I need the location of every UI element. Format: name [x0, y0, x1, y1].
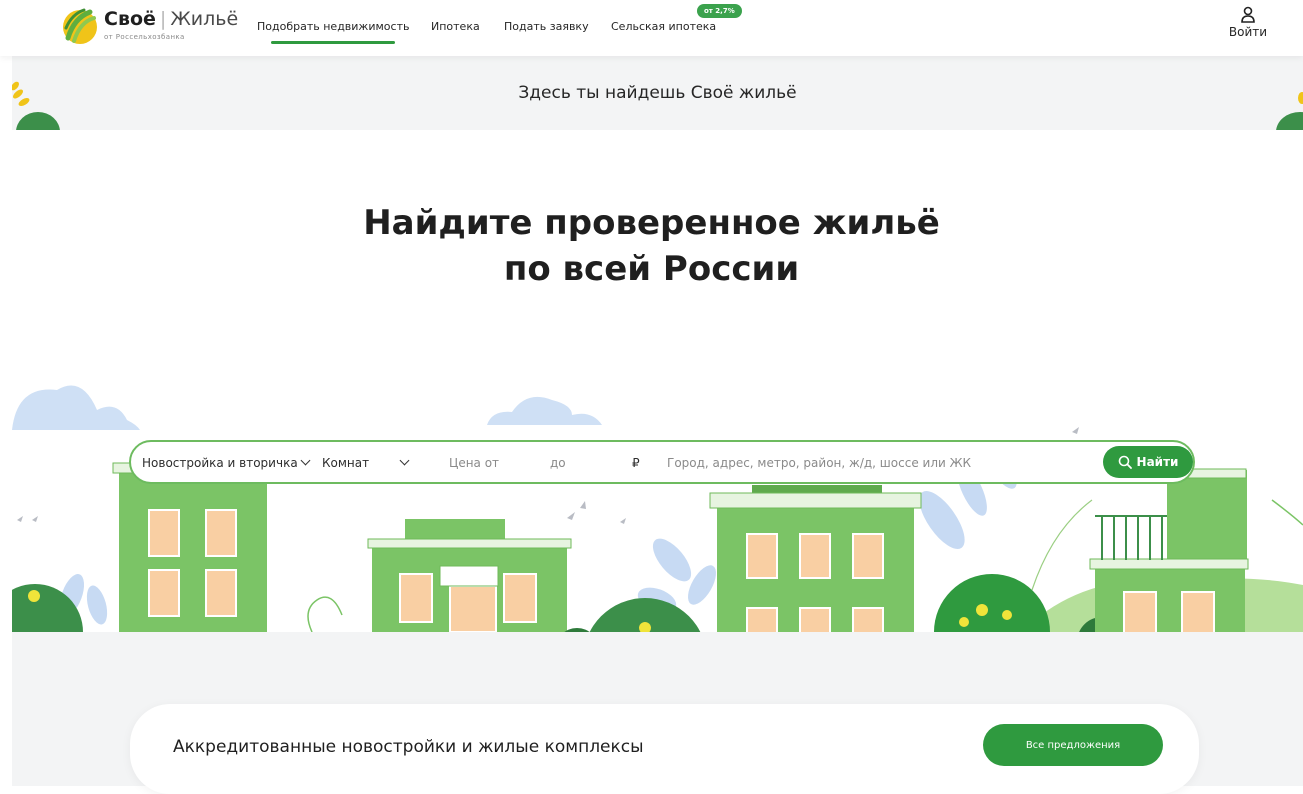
- location-input[interactable]: Город, адрес, метро, район, ж/д, шоссе и…: [667, 456, 971, 470]
- all-offers-button[interactable]: Все предложения: [983, 724, 1163, 766]
- price-from-input[interactable]: Цена от: [449, 456, 499, 470]
- chevron-down-icon: [300, 455, 311, 466]
- logo-title[interactable]: Своё | Жильё: [104, 8, 238, 30]
- currency-label: ₽: [632, 456, 640, 470]
- login-label: Войти: [1228, 25, 1268, 39]
- accredited-title: Аккредитованные новостройки и жилые комп…: [173, 737, 644, 757]
- logo-subtitle: от Россельхозбанка: [104, 33, 185, 41]
- top-header: Своё | Жильё от Россельхозбанка Подобрать …: [0, 0, 1303, 56]
- hero-title: Найдите проверенное жильё по всей России: [363, 203, 940, 289]
- nav-apply[interactable]: Подать заявку: [504, 20, 589, 33]
- city-illustration: [12, 370, 1303, 632]
- search-icon: [1118, 455, 1132, 469]
- search-bar: Новостройка и вторичка Комнат Цена от до…: [129, 440, 1195, 484]
- nav-find-property[interactable]: Подобрать недвижимость: [257, 20, 409, 44]
- slogan-band: Здесь ты найдешь Своё жильё: [12, 56, 1303, 130]
- property-type-select[interactable]: Новостройка и вторичка: [142, 455, 311, 470]
- rooms-select[interactable]: Комнат: [322, 455, 410, 470]
- accredited-card: Аккредитованные новостройки и жилые комп…: [130, 704, 1199, 794]
- nav-rural-mortgage[interactable]: Сельская ипотека: [611, 20, 716, 33]
- rate-badge: от 2,7%: [697, 4, 742, 18]
- login-button[interactable]: Войти: [1226, 6, 1270, 39]
- user-icon: [1241, 6, 1255, 23]
- nav-mortgage[interactable]: Ипотека: [431, 20, 480, 33]
- price-to-input[interactable]: до: [550, 456, 566, 470]
- find-button[interactable]: Найти: [1103, 446, 1193, 478]
- band-slogan: Здесь ты найдешь Своё жильё: [518, 83, 797, 103]
- chevron-down-icon: [399, 455, 410, 466]
- logo-icon[interactable]: [60, 6, 100, 46]
